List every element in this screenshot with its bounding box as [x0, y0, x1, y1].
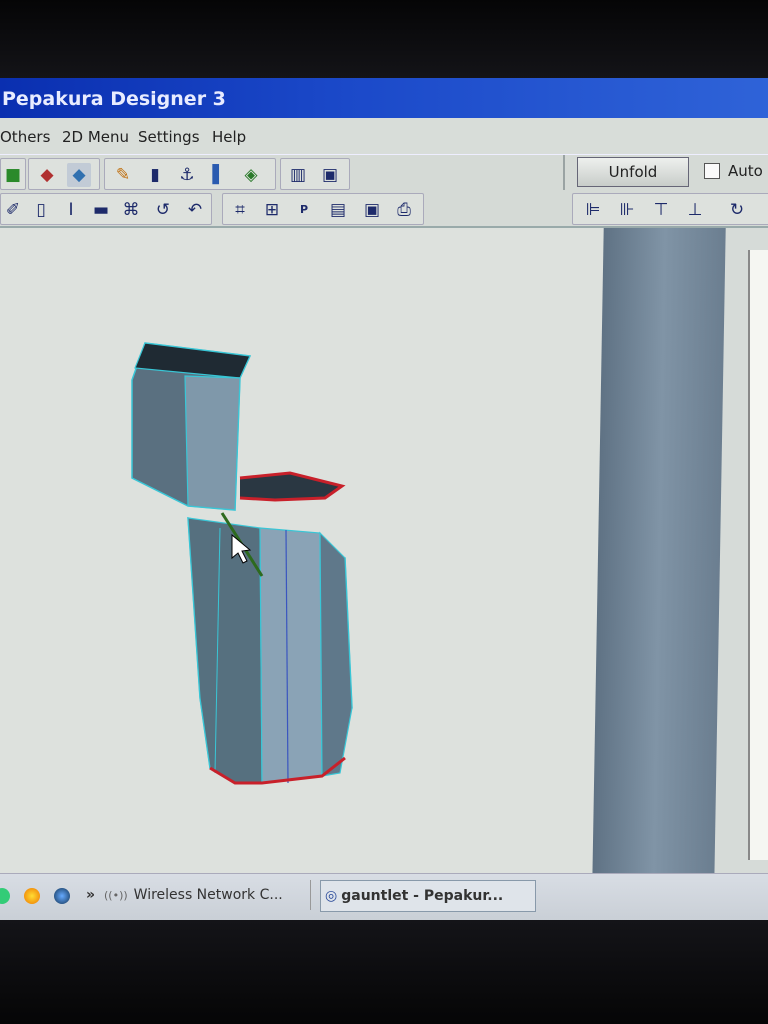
gauntlet-model[interactable] — [131, 342, 353, 785]
menu-others[interactable]: Others — [0, 128, 50, 146]
colored-cube-icon[interactable]: ■ — [1, 163, 25, 187]
wireless-network-icon: ((•)) — [104, 889, 128, 902]
toolbar-group-view: ◆ ◆ — [28, 158, 100, 190]
unfold-button[interactable]: Unfold — [577, 157, 689, 187]
save-image-icon[interactable]: ▣ — [360, 198, 384, 222]
auto-checkbox-label: Auto — [728, 162, 763, 180]
window-title: Pepakura Designer 3 — [2, 88, 226, 110]
toolbar-group-layout: ▥ ▣ — [280, 158, 350, 190]
undo-icon[interactable]: ↶ — [183, 198, 207, 222]
menu-bar: Others 2D Menu Settings Help — [0, 118, 768, 154]
3d-view-pane[interactable] — [0, 228, 612, 873]
2d-parts-sheet — [592, 228, 726, 883]
toolbar-bottom: ✐ ▯ Ⅰ ▬ ⌘ ↺ ↶ ⌗ ⊞ P ▤ ▣ ⎙ ⊫ ⊪ ⊤ ⊥ ↻ — [0, 190, 768, 228]
quicklaunch-browser-icon[interactable] — [24, 888, 40, 904]
pepakura-app-icon: ◎ — [325, 888, 338, 904]
taskbar-item-wireless[interactable]: ((•)) Wireless Network C... — [104, 880, 311, 910]
align-bottom-icon[interactable]: ⊥ — [683, 198, 707, 222]
taskbar-item-label: Wireless Network C... — [133, 887, 283, 903]
page-number-icon[interactable]: P — [292, 198, 316, 222]
align-top-icon[interactable]: ⊤ — [649, 198, 673, 222]
toolbar-group-edit: ✎ ▮ ⚓ ▌ ◈ — [104, 158, 276, 190]
single-view-icon[interactable]: ▣ — [318, 163, 342, 187]
monitor-bezel-top — [0, 0, 768, 80]
monitor-screen: Pepakura Designer 3 Others 2D Menu Setti… — [0, 78, 768, 920]
toolbar-group-align: ⊫ ⊪ ⊤ ⊥ ↻ — [572, 193, 768, 225]
menu-help[interactable]: Help — [212, 128, 246, 146]
anchor-icon[interactable]: ⚓ — [175, 163, 199, 187]
toolbar-top: ■ ◆ ◆ ✎ ▮ ⚓ ▌ ◈ ▥ ▣ Unfold Auto — [0, 154, 768, 191]
taskbar-item-pepakura[interactable]: ◎ gauntlet - Pepakur... — [320, 880, 536, 912]
join-icon[interactable]: ⌘ — [119, 198, 143, 222]
toolbar-group-tools: ✐ ▯ Ⅰ ▬ ⌘ ↺ ↶ — [0, 193, 212, 225]
arrange-icon[interactable]: ⊞ — [260, 198, 284, 222]
select-face-icon[interactable]: ◈ — [239, 163, 263, 187]
taskbar: » ((•)) Wireless Network C... ◎ gauntlet -… — [0, 873, 768, 920]
rotate-part-icon[interactable]: ↻ — [725, 198, 749, 222]
paper-page — [748, 250, 768, 860]
window-titlebar[interactable]: Pepakura Designer 3 — [0, 78, 768, 118]
print-icon[interactable]: ⎙ — [392, 198, 416, 222]
2d-view-pane[interactable] — [592, 228, 768, 883]
taskbar-item-label: gauntlet - Pepakur... — [341, 888, 504, 904]
shading-icon[interactable]: ▌ — [207, 163, 231, 187]
brush-icon[interactable]: ✐ — [1, 198, 25, 222]
toolbar-group-page: ⌗ ⊞ P ▤ ▣ ⎙ — [222, 193, 424, 225]
text-tool-icon[interactable]: Ⅰ — [59, 198, 83, 222]
align-right-icon[interactable]: ⊪ — [615, 198, 639, 222]
menu-2d-menu[interactable]: 2D Menu — [62, 128, 129, 146]
cube-front-icon[interactable]: ◆ — [35, 163, 59, 187]
cube-active-icon[interactable]: ◆ — [67, 163, 91, 187]
toolbar-group-color: ■ — [0, 158, 26, 190]
toolbar-separator — [563, 155, 565, 191]
fit-icon[interactable]: ⌗ — [228, 198, 252, 222]
quicklaunch-chevron[interactable]: » — [86, 880, 95, 910]
monitor-bezel-bottom — [0, 920, 768, 1024]
image-tool-icon[interactable]: ▬ — [89, 198, 113, 222]
3d-model-canvas[interactable] — [0, 228, 612, 873]
menu-settings[interactable]: Settings — [138, 128, 200, 146]
auto-checkbox[interactable] — [704, 163, 720, 179]
quicklaunch-network-icon[interactable] — [0, 888, 10, 904]
page-layout-icon[interactable]: ▤ — [326, 198, 350, 222]
glue-icon[interactable]: ▯ — [29, 198, 53, 222]
quicklaunch-ie-icon[interactable] — [54, 888, 70, 904]
cylinder-icon[interactable]: ▮ — [143, 163, 167, 187]
pencil-icon[interactable]: ✎ — [111, 163, 135, 187]
split-view-icon[interactable]: ▥ — [286, 163, 310, 187]
align-left-icon[interactable]: ⊫ — [581, 198, 605, 222]
rotate-icon[interactable]: ↺ — [151, 198, 175, 222]
